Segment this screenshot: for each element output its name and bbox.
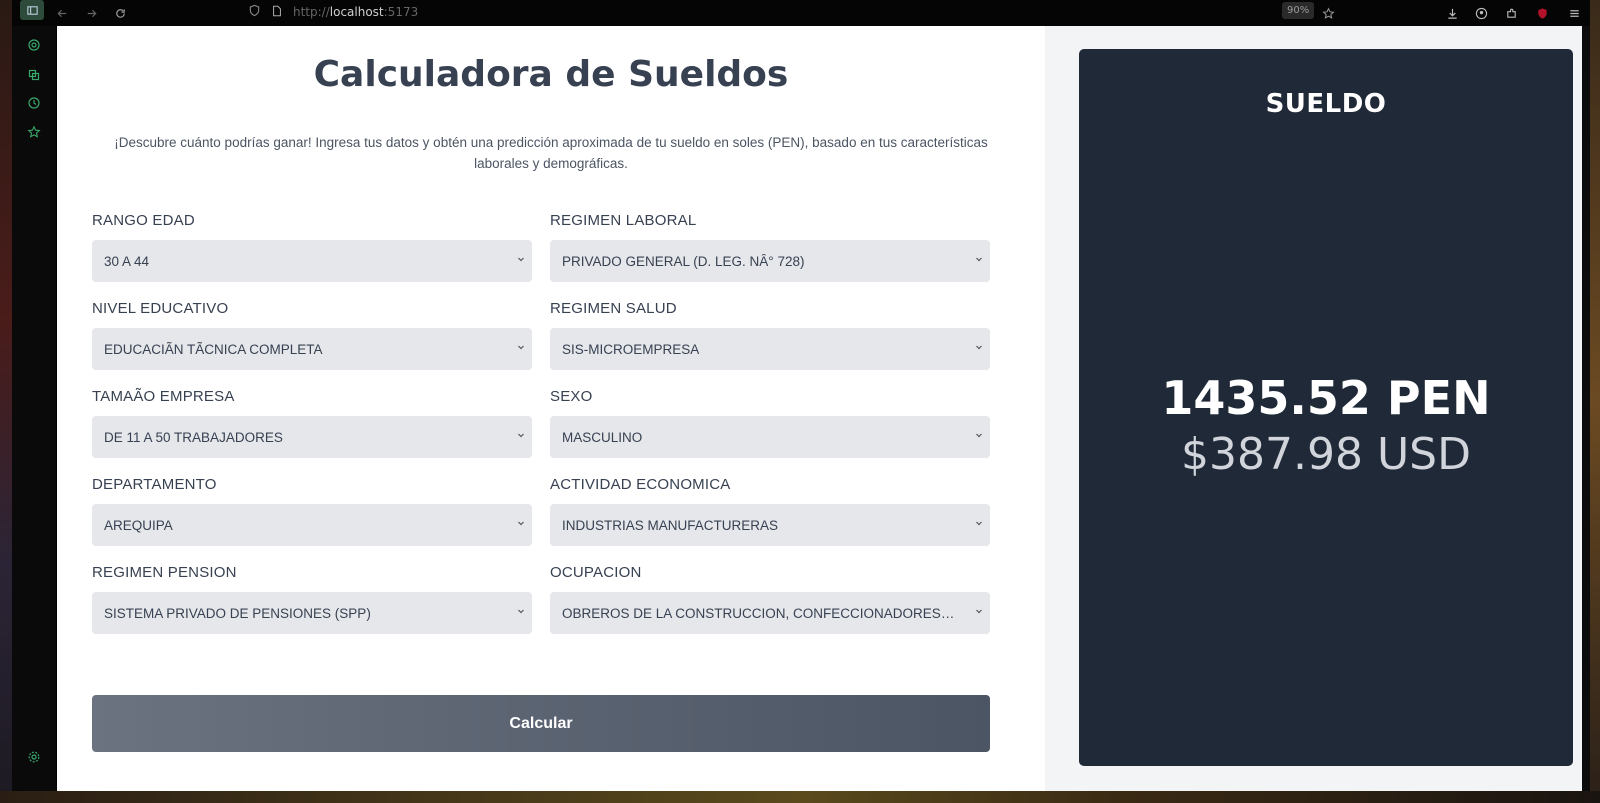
calcular-button[interactable]: Calcular bbox=[92, 695, 990, 752]
select-value: SISTEMA PRIVADO DE PENSIONES (SPP) bbox=[104, 605, 371, 621]
select-value: DE 11 A 50 TRABAJADORES bbox=[104, 429, 283, 445]
field-label: ACTIVIDAD ECONOMICA bbox=[550, 476, 731, 493]
tamano-empresa-select[interactable]: DE 11 A 50 TRABAJADORES bbox=[92, 416, 532, 458]
browser-window: http://localhost:5173 90% Calculadora de… bbox=[12, 0, 1590, 791]
url-text[interactable]: http://localhost:5173 bbox=[293, 5, 418, 19]
forward-icon[interactable] bbox=[81, 3, 101, 23]
desktop-background-left bbox=[0, 0, 12, 803]
history-icon[interactable] bbox=[26, 95, 42, 111]
browser-sidebar bbox=[12, 26, 56, 791]
field-nivel-educativo: NIVEL EDUCATIVO EDUCACIÃN TÃCNICA COMPLE… bbox=[92, 299, 532, 370]
field-actividad-economica: ACTIVIDAD ECONOMICA INDUSTRIAS MANUFACTU… bbox=[550, 475, 990, 546]
page-title: Calculadora de Sueldos bbox=[313, 54, 789, 95]
account-icon[interactable] bbox=[1471, 3, 1491, 23]
field-regimen-salud: REGIMEN SALUD SIS-MICROEMPRESA bbox=[550, 299, 990, 370]
result-title: SUELDO bbox=[1265, 89, 1387, 119]
chevron-down-icon bbox=[976, 433, 982, 438]
chevron-down-icon bbox=[976, 609, 982, 614]
field-sexo: SEXO MASCULINO bbox=[550, 387, 990, 458]
field-label: REGIMEN SALUD bbox=[550, 300, 677, 317]
select-value: SIS-MICROEMPRESA bbox=[562, 341, 700, 357]
menu-icon[interactable] bbox=[1564, 3, 1584, 23]
field-label: SEXO bbox=[550, 388, 593, 405]
chevron-down-icon bbox=[518, 609, 524, 614]
chevron-down-icon bbox=[518, 345, 524, 350]
field-label: OCUPACION bbox=[550, 564, 642, 581]
field-label: DEPARTAMENTO bbox=[92, 476, 217, 493]
actividad-economica-select[interactable]: INDUSTRIAS MANUFACTURERAS bbox=[550, 504, 990, 546]
select-value: OBREROS DE LA CONSTRUCCION, CONFECCIONAD… bbox=[562, 605, 956, 621]
star-icon[interactable] bbox=[1318, 3, 1338, 23]
regimen-salud-select[interactable]: SIS-MICROEMPRESA bbox=[550, 328, 990, 370]
zoom-level-badge[interactable]: 90% bbox=[1282, 2, 1315, 19]
nivel-educativo-select[interactable]: EDUCACIÃN TÃCNICA COMPLETA bbox=[92, 328, 532, 370]
field-label: NIVEL EDUCATIVO bbox=[92, 300, 229, 317]
bookmark-icon[interactable] bbox=[26, 124, 42, 140]
field-tamano-empresa: TAMAÃO EMPRESA DE 11 A 50 TRABAJADORES bbox=[92, 387, 532, 458]
download-icon[interactable] bbox=[1442, 3, 1462, 23]
extensions-icon[interactable] bbox=[1501, 3, 1521, 23]
url-port: :5173 bbox=[383, 5, 419, 19]
url-host: localhost bbox=[329, 5, 384, 19]
desktop-background-bottom bbox=[0, 791, 1600, 803]
tabs-sync-icon[interactable] bbox=[26, 67, 42, 83]
ai-chat-icon[interactable] bbox=[26, 37, 42, 53]
field-label: TAMAÃO EMPRESA bbox=[92, 388, 235, 405]
select-value: EDUCACIÃN TÃCNICA COMPLETA bbox=[104, 341, 323, 357]
select-value: MASCULINO bbox=[562, 429, 643, 445]
back-icon[interactable] bbox=[52, 3, 72, 23]
chevron-down-icon bbox=[976, 257, 982, 262]
ocupacion-select[interactable]: OBREROS DE LA CONSTRUCCION, CONFECCIONAD… bbox=[550, 592, 990, 634]
regimen-pension-select[interactable]: SISTEMA PRIVADO DE PENSIONES (SPP) bbox=[92, 592, 532, 634]
url-bar[interactable]: http://localhost:5173 bbox=[248, 2, 418, 22]
rango-edad-select[interactable]: 30 A 44 bbox=[92, 240, 532, 282]
gear-icon[interactable] bbox=[26, 749, 42, 765]
field-ocupacion: OCUPACION OBREROS DE LA CONSTRUCCION, CO… bbox=[550, 563, 990, 634]
sidebar-toggle-icon[interactable] bbox=[20, 0, 44, 20]
sexo-select[interactable]: MASCULINO bbox=[550, 416, 990, 458]
chevron-down-icon bbox=[976, 521, 982, 526]
field-label: RANGO EDAD bbox=[92, 212, 195, 229]
select-value: INDUSTRIAS MANUFACTURERAS bbox=[562, 517, 779, 533]
select-value: 30 A 44 bbox=[104, 253, 150, 269]
reload-icon[interactable] bbox=[110, 3, 130, 23]
select-value: AREQUIPA bbox=[104, 517, 173, 533]
page-icon bbox=[271, 5, 283, 20]
field-regimen-pension: REGIMEN PENSION SISTEMA PRIVADO DE PENSI… bbox=[92, 563, 532, 634]
regimen-laboral-select[interactable]: PRIVADO GENERAL (D. LEG. NÂ° 728) bbox=[550, 240, 990, 282]
salary-pen-value: 1435.52 PEN bbox=[1161, 371, 1491, 425]
result-card: SUELDO 1435.52 PEN $387.98 USD bbox=[1079, 49, 1573, 766]
browser-toolbar: http://localhost:5173 90% bbox=[12, 0, 1590, 26]
field-label: REGIMEN PENSION bbox=[92, 564, 237, 581]
chevron-down-icon bbox=[518, 521, 524, 526]
form-panel: Calculadora de Sueldos ¡Descubre cuánto … bbox=[57, 26, 1045, 791]
chevron-down-icon bbox=[976, 345, 982, 350]
shield-icon[interactable] bbox=[248, 4, 261, 20]
select-value: PRIVADO GENERAL (D. LEG. NÂ° 728) bbox=[562, 253, 805, 269]
scrollbar[interactable] bbox=[1582, 26, 1590, 791]
departamento-select[interactable]: AREQUIPA bbox=[92, 504, 532, 546]
salary-usd-value: $387.98 USD bbox=[1181, 429, 1471, 480]
field-departamento: DEPARTAMENTO AREQUIPA bbox=[92, 475, 532, 546]
field-regimen-laboral: REGIMEN LABORAL PRIVADO GENERAL (D. LEG.… bbox=[550, 211, 990, 282]
url-proto: http:// bbox=[293, 5, 330, 19]
page-content: Calculadora de Sueldos ¡Descubre cuánto … bbox=[57, 26, 1590, 791]
chevron-down-icon bbox=[518, 257, 524, 262]
desktop-background-right bbox=[1590, 0, 1600, 803]
page-description: ¡Descubre cuánto podrías ganar! Ingresa … bbox=[114, 135, 988, 171]
field-label: REGIMEN LABORAL bbox=[550, 212, 697, 229]
ublock-icon[interactable] bbox=[1532, 3, 1552, 23]
chevron-down-icon bbox=[518, 433, 524, 438]
field-rango-edad: RANGO EDAD 30 A 44 bbox=[92, 211, 532, 282]
